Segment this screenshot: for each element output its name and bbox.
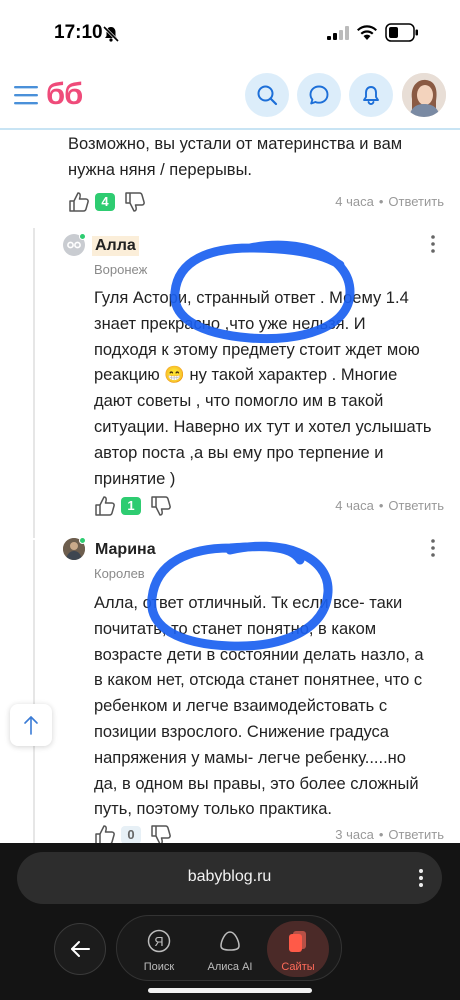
- comment-line: Гуля Астори, странный ответ . Моему 1.4: [94, 289, 409, 307]
- reply-link[interactable]: Ответить: [388, 194, 444, 209]
- comment-city: Королев: [94, 566, 145, 581]
- comment-line: путь, поэтому только практика.: [94, 800, 332, 819]
- battery-icon: [385, 23, 418, 42]
- thumbs-down-icon[interactable]: [124, 191, 146, 213]
- comment-actions: 1 4 часа • Ответить: [94, 495, 448, 519]
- menu-icon[interactable]: [14, 84, 38, 106]
- comment-author[interactable]: Марина: [95, 541, 156, 559]
- messages-button[interactable]: [297, 73, 341, 117]
- online-indicator: [79, 537, 86, 544]
- comment-city: Воронеж: [94, 262, 148, 277]
- likes-count: 1: [121, 497, 141, 515]
- nav-label: Поиск: [143, 961, 175, 973]
- comment-line: подходя к этому предмету стоит ждет мою: [94, 340, 420, 359]
- comment-line: ситуации. Наверно их тут и хотел услышат…: [94, 417, 432, 436]
- bell-icon: [363, 86, 379, 105]
- search-icon: [257, 85, 278, 106]
- comment-time: 4 часа: [335, 194, 374, 209]
- sites-icon: [289, 931, 306, 952]
- comment-line: реакцию 😁 ну такой характер . Многие: [94, 366, 398, 385]
- search-button[interactable]: [245, 73, 289, 117]
- comment-line: да, в одном вы правы, это более сложный: [94, 774, 419, 793]
- address-bar-url: babyblog.ru: [187, 868, 272, 885]
- reply-link[interactable]: Ответить: [388, 827, 444, 842]
- comment-text: Гуля Астори, странный ответ . Моему 1.4 …: [94, 286, 450, 492]
- more-options-icon[interactable]: [428, 234, 438, 254]
- comment-line: почитать, то станет понятно, в каком: [94, 619, 377, 638]
- chat-icon: [309, 85, 329, 105]
- thumbs-up-icon[interactable]: [94, 824, 116, 843]
- status-time: 17:10: [54, 22, 103, 43]
- comment-line: в каком нет, отсюда станет понятнее, что…: [94, 671, 423, 690]
- comment-actions: 4 4 часа • Ответить: [68, 191, 448, 215]
- comment-text: Возможно, вы устали от материнства и вам…: [68, 132, 448, 184]
- address-bar[interactable]: babyblog.ru: [17, 852, 442, 904]
- comment-author[interactable]: Алла: [92, 236, 139, 256]
- thread-line: [33, 228, 35, 538]
- more-options-icon[interactable]: [418, 868, 424, 888]
- comment-line: ребенком и легче взаимодейстовать с: [94, 697, 388, 716]
- comment-line: автор поста ,а вы ему про терпение и: [94, 443, 384, 462]
- comment-line: возрасте дети в состоянии делать назло, …: [94, 645, 424, 664]
- separator-dot: •: [378, 827, 384, 842]
- nav-alice[interactable]: Алиса AI: [200, 921, 260, 977]
- online-indicator: [79, 233, 86, 240]
- nav-sites[interactable]: Сайты: [267, 921, 329, 977]
- user-avatar-image: [402, 73, 446, 117]
- thread-line: [33, 540, 35, 843]
- status-bar: 17:10: [0, 0, 460, 64]
- alice-icon: [220, 931, 240, 951]
- site-header: бб: [0, 64, 460, 130]
- arrow-left-icon: [71, 941, 90, 957]
- comment-time: 4 часа: [335, 498, 374, 513]
- reply-link[interactable]: Ответить: [388, 498, 444, 513]
- more-options-icon[interactable]: [428, 538, 438, 558]
- comment-meta: 4 часа • Ответить: [335, 498, 444, 513]
- arrow-up-icon: [24, 716, 38, 735]
- back-button[interactable]: [54, 923, 106, 975]
- nav-label: Алиса AI: [207, 961, 253, 973]
- comment-meta: 3 часа • Ответить: [335, 827, 444, 842]
- comment-meta: 4 часа • Ответить: [335, 194, 444, 209]
- bell-off-icon: [102, 25, 120, 43]
- browser-bottom-bar: babyblog.ru Я Поиск Алиса AI Сайты: [0, 843, 460, 1000]
- comment-line: нужна няня / перерывы.: [68, 160, 253, 179]
- comments-feed: Возможно, вы устали от материнства и вам…: [0, 130, 460, 843]
- user-avatar[interactable]: [402, 73, 446, 117]
- likes-count: 4: [95, 193, 115, 211]
- likes-count: 0: [121, 826, 141, 843]
- scroll-to-top-button[interactable]: [10, 704, 52, 746]
- comment-actions: 0 3 часа • Ответить: [94, 824, 448, 843]
- thumbs-up-icon[interactable]: [68, 191, 90, 213]
- comment-time: 3 часа: [335, 827, 374, 842]
- comment-line: принятие ): [94, 469, 176, 488]
- comment-text: Алла, ответ отличный. Тк если все- таки …: [94, 591, 450, 823]
- notifications-button[interactable]: [349, 73, 393, 117]
- comment-line: Возможно, вы устали от материнства и вам: [68, 135, 403, 153]
- separator-dot: •: [378, 194, 384, 209]
- comment-line: дают советы , что помогло им в такой: [94, 392, 384, 411]
- thumbs-down-icon[interactable]: [150, 824, 172, 843]
- site-logo[interactable]: бб: [46, 76, 83, 112]
- browser-nav: Я Поиск Алиса AI Сайты: [116, 915, 342, 981]
- wifi-icon: [357, 25, 377, 40]
- home-indicator: [148, 988, 312, 993]
- nav-search[interactable]: Я Поиск: [129, 921, 189, 977]
- comment-line: Алла, ответ отличный. Тк если все- таки: [94, 594, 403, 612]
- nav-label: Сайты: [281, 961, 315, 973]
- comment-line: знает прекрасно ,что уже нельзя. И: [94, 314, 366, 333]
- thumbs-down-icon[interactable]: [150, 495, 172, 517]
- signal-icon: [327, 26, 349, 40]
- comment-line: позиции взрослого. Снижение градуса: [94, 722, 389, 741]
- separator-dot: •: [378, 498, 384, 513]
- svg-text:Я: Я: [154, 934, 163, 949]
- yandex-search-icon: Я: [147, 929, 171, 953]
- comment-line: напряжения у мамы- легче ребенку.....но: [94, 748, 406, 767]
- thumbs-up-icon[interactable]: [94, 495, 116, 517]
